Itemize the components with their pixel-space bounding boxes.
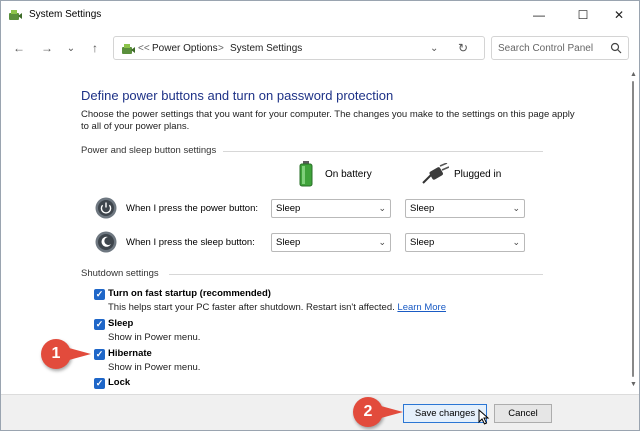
shutdown-section-header: Shutdown settings — [81, 268, 159, 279]
recent-locations-button[interactable]: ⌄ — [61, 38, 81, 58]
cancel-button[interactable]: Cancel — [494, 404, 552, 423]
fast-startup-description: This helps start your PC faster after sh… — [108, 302, 446, 313]
back-button[interactable]: ← — [9, 38, 29, 58]
breadcrumb-power-options[interactable]: Power Options — [152, 43, 218, 54]
power-button-plugged-select[interactable]: Sleep ⌄ — [405, 199, 525, 218]
sleep-label[interactable]: Sleep — [108, 318, 133, 329]
up-button[interactable]: ↑ — [85, 38, 105, 58]
scrollbar-thumb[interactable] — [632, 81, 634, 377]
plugged-in-header: Plugged in — [454, 169, 502, 180]
fast-startup-desc-text: This helps start your PC faster after sh… — [108, 302, 395, 313]
power-button-icon — [95, 197, 117, 219]
page-description: Choose the power settings that you want … — [81, 109, 575, 132]
breadcrumb-overflow[interactable]: << — [138, 43, 150, 54]
mouse-pointer-icon — [478, 409, 490, 425]
on-battery-header: On battery — [325, 169, 372, 180]
hibernate-label[interactable]: Hibernate — [108, 348, 152, 359]
refresh-button[interactable]: ↻ — [458, 41, 468, 55]
lock-label[interactable]: Lock — [108, 377, 130, 388]
system-settings-window: System Settings — ☐ ✕ ← → ⌄ ↑ << Power O… — [0, 0, 640, 431]
chevron-down-icon: ⌄ — [512, 237, 520, 247]
chevron-down-icon: ⌄ — [378, 203, 386, 213]
callout-arrow — [381, 406, 403, 418]
search-icon — [610, 42, 622, 54]
sleep-button-label: When I press the sleep button: — [126, 237, 255, 248]
lock-checkbox[interactable]: ✓ — [94, 378, 105, 389]
minimize-button[interactable]: — — [519, 3, 559, 27]
power-button-label: When I press the power button: — [126, 203, 259, 214]
search-box[interactable]: Search Control Panel — [491, 36, 629, 60]
fast-startup-label[interactable]: Turn on fast startup (recommended) — [108, 288, 271, 299]
selected-value: Sleep — [276, 237, 301, 248]
maximize-button[interactable]: ☐ — [563, 3, 603, 27]
power-plug-icon — [422, 163, 449, 184]
section-divider — [169, 274, 543, 275]
sleep-button-battery-select[interactable]: Sleep ⌄ — [271, 233, 391, 252]
sleep-checkbox[interactable]: ✓ — [94, 319, 105, 330]
selected-value: Sleep — [410, 237, 435, 248]
breadcrumb-system-settings[interactable]: System Settings — [230, 43, 302, 54]
callout-2: 2 — [353, 397, 383, 427]
sleep-button-icon — [95, 231, 117, 253]
page-title: Define power buttons and turn on passwor… — [81, 88, 394, 103]
save-changes-button[interactable]: Save changes — [403, 404, 487, 423]
callout-arrow — [69, 348, 91, 360]
search-input[interactable]: Search Control Panel — [498, 43, 593, 54]
scroll-up-arrow[interactable]: ▲ — [630, 71, 637, 78]
callout-1: 1 — [41, 339, 71, 369]
address-bar[interactable]: << Power Options > System Settings ⌄ ↻ — [113, 36, 485, 60]
window-title: System Settings — [29, 9, 102, 20]
learn-more-link[interactable]: Learn More — [397, 302, 446, 313]
close-button[interactable]: ✕ — [599, 3, 639, 27]
breadcrumb-separator: > — [218, 43, 224, 54]
chevron-down-icon: ⌄ — [512, 203, 520, 213]
sleep-description: Show in Power menu. — [108, 332, 201, 343]
section-divider — [223, 151, 543, 152]
hibernate-checkbox[interactable]: ✓ — [94, 349, 105, 360]
title-bar: System Settings — ☐ ✕ — [1, 1, 639, 29]
sleep-button-plugged-select[interactable]: Sleep ⌄ — [405, 233, 525, 252]
fast-startup-checkbox[interactable]: ✓ — [94, 289, 105, 300]
selected-value: Sleep — [276, 203, 301, 214]
power-options-icon — [9, 10, 22, 20]
battery-icon — [299, 161, 313, 187]
hibernate-description: Show in Power menu. — [108, 362, 201, 373]
chevron-down-icon: ⌄ — [378, 237, 386, 247]
scroll-down-arrow[interactable]: ▼ — [630, 381, 637, 388]
forward-button[interactable]: → — [37, 38, 57, 58]
footer-bar: Save changes Cancel — [1, 394, 639, 430]
power-section-header: Power and sleep button settings — [81, 145, 217, 156]
selected-value: Sleep — [410, 203, 435, 214]
address-dropdown-button[interactable]: ⌄ — [430, 43, 438, 54]
power-button-battery-select[interactable]: Sleep ⌄ — [271, 199, 391, 218]
power-options-icon — [122, 44, 135, 54]
